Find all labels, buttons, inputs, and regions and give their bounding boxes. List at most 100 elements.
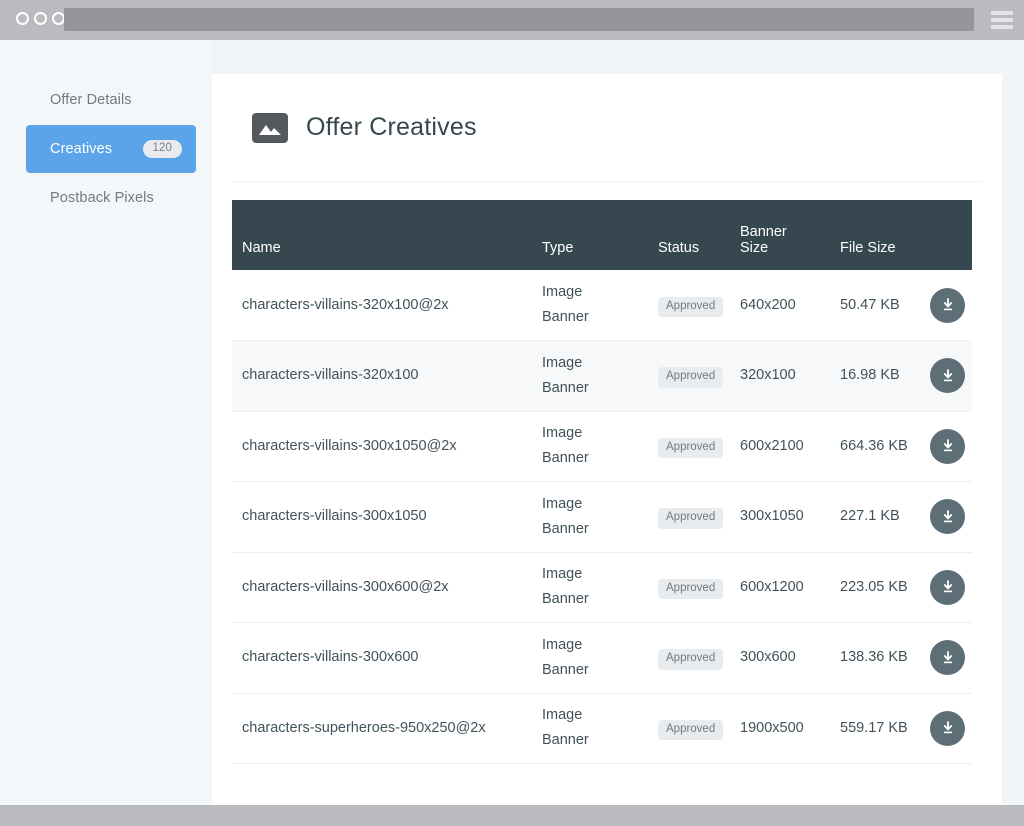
cell-file-size: 223.05 KB (832, 552, 922, 623)
cell-download (922, 481, 972, 553)
table-row[interactable]: characters-villains-300x1050 Image Banne… (232, 481, 972, 553)
sidebar-item-badge: 120 (142, 139, 182, 159)
column-header-banner-size-line2: Size (740, 240, 769, 256)
cell-type: Image Banner (534, 622, 650, 694)
cell-download (922, 622, 972, 694)
hamburger-menu-icon[interactable] (991, 11, 1013, 29)
table-body: characters-villains-320x100@2x Image Ban… (232, 270, 972, 764)
cell-type: Image Banner (534, 481, 650, 553)
cell-banner-size: 1900x500 (732, 693, 832, 764)
address-bar[interactable] (64, 8, 974, 31)
download-button[interactable] (930, 640, 965, 676)
table-row[interactable]: characters-villains-300x1050@2x Image Ba… (232, 411, 972, 482)
column-header-file-size[interactable]: File Size (832, 200, 922, 270)
cell-download (922, 340, 972, 412)
table-header: Name Type Status Banner Size File Size (232, 200, 972, 270)
cell-name: characters-villains-300x600 (232, 622, 534, 694)
sidebar-item-creatives[interactable]: Creatives 120 (26, 125, 196, 173)
cell-type-line1: Image (542, 354, 583, 371)
cell-name: characters-villains-300x1050@2x (232, 411, 534, 482)
cell-status: Approved (650, 622, 732, 694)
cell-type: Image Banner (534, 270, 650, 341)
download-button[interactable] (930, 710, 965, 746)
creatives-card: Offer Creatives Name Type Status Banner … (212, 74, 1002, 812)
page-content: Offer Details Creatives 120 Postback Pix… (0, 40, 1024, 812)
cell-type-line1: Image (542, 636, 583, 653)
cell-name: characters-villains-320x100@2x (232, 270, 534, 341)
cell-type-line2: Banner (542, 450, 589, 467)
status-badge: Approved (658, 296, 724, 318)
creatives-table-container: Name Type Status Banner Size File Size c… (232, 200, 982, 764)
cell-banner-size: 600x2100 (732, 411, 832, 482)
download-icon (943, 439, 952, 452)
cell-name: characters-superheroes-950x250@2x (232, 693, 534, 764)
download-icon (943, 509, 952, 522)
cell-download (922, 552, 972, 623)
download-icon (943, 368, 952, 381)
column-header-name[interactable]: Name (232, 200, 534, 270)
column-header-type[interactable]: Type (534, 200, 650, 270)
column-header-download (922, 200, 972, 270)
cell-status: Approved (650, 481, 732, 553)
image-banner-icon (252, 112, 288, 143)
status-badge: Approved (658, 367, 724, 388)
close-circle-icon[interactable] (16, 12, 29, 25)
cell-type-line1: Image (542, 284, 583, 301)
cell-type-line2: Banner (542, 732, 589, 749)
cell-status: Approved (650, 411, 732, 482)
status-badge: Approved (658, 508, 724, 529)
window-controls (16, 12, 65, 25)
cell-download (922, 411, 972, 482)
status-badge: Approved (658, 437, 724, 459)
cell-banner-size: 300x600 (732, 622, 832, 694)
table-row[interactable]: characters-villains-300x600 Image Banner… (232, 622, 972, 694)
cell-type-line2: Banner (542, 661, 589, 678)
cell-type-line1: Image (542, 707, 583, 724)
download-icon (943, 298, 952, 311)
cell-name: characters-villains-320x100 (232, 340, 534, 412)
download-icon (943, 580, 952, 593)
card-header: Offer Creatives (232, 74, 982, 182)
download-button[interactable] (930, 358, 965, 394)
cell-file-size: 227.1 KB (832, 481, 922, 553)
table-row[interactable]: characters-villains-300x600@2x Image Ban… (232, 552, 972, 623)
column-header-status[interactable]: Status (650, 200, 732, 270)
cell-type-line2: Banner (542, 379, 589, 396)
download-icon (943, 650, 952, 663)
sidebar-item-offer-details[interactable]: Offer Details (26, 76, 196, 124)
download-button[interactable] (930, 499, 965, 535)
sidebar-item-label: Postback Pixels (50, 190, 154, 206)
status-badge: Approved (658, 719, 724, 741)
cell-banner-size: 320x100 (732, 340, 832, 412)
cell-status: Approved (650, 552, 732, 623)
status-badge: Approved (658, 578, 724, 600)
cell-banner-size: 600x1200 (732, 552, 832, 623)
minimize-circle-icon[interactable] (34, 12, 47, 25)
download-icon (943, 721, 952, 734)
cell-file-size: 16.98 KB (832, 340, 922, 412)
cell-status: Approved (650, 693, 732, 764)
download-button[interactable] (930, 569, 965, 605)
table-row[interactable]: characters-villains-320x100 Image Banner… (232, 340, 972, 412)
cell-file-size: 664.36 KB (832, 411, 922, 482)
table-row[interactable]: characters-villains-320x100@2x Image Ban… (232, 270, 972, 341)
cell-name: characters-villains-300x1050 (232, 481, 534, 553)
cell-status: Approved (650, 340, 732, 412)
status-badge: Approved (658, 649, 724, 670)
sidebar-item-label: Offer Details (50, 92, 132, 108)
download-button[interactable] (930, 287, 965, 323)
sidebar-item-label: Creatives (50, 141, 113, 157)
cell-type-line2: Banner (542, 520, 589, 537)
cell-type-line1: Image (542, 425, 583, 442)
download-button[interactable] (930, 428, 965, 464)
cell-type-line2: Banner (542, 591, 589, 608)
cell-status: Approved (650, 270, 732, 341)
cell-file-size: 559.17 KB (832, 693, 922, 764)
cell-banner-size: 300x1050 (732, 481, 832, 553)
column-header-banner-size[interactable]: Banner Size (732, 200, 832, 270)
table-row[interactable]: characters-superheroes-950x250@2x Image … (232, 693, 972, 764)
sidebar-item-postback-pixels[interactable]: Postback Pixels (26, 174, 196, 222)
cell-file-size: 50.47 KB (832, 270, 922, 341)
cell-type: Image Banner (534, 340, 650, 412)
page-title: Offer Creatives (306, 113, 477, 141)
